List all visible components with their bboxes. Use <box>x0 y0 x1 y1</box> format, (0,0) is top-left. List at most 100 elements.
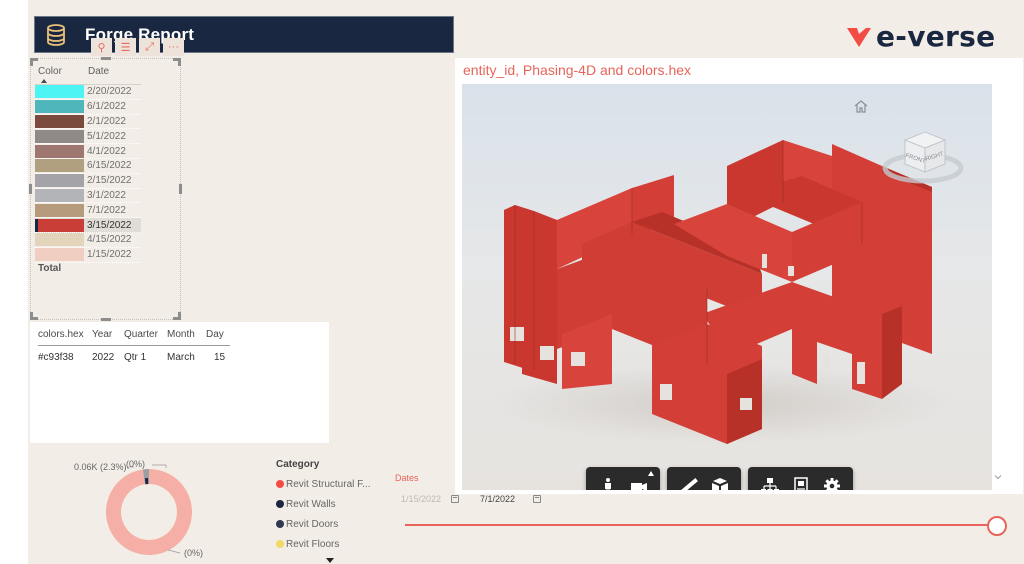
table-row[interactable]: 2/1/2022 <box>35 114 141 130</box>
camera-button[interactable] <box>623 470 654 490</box>
end-date-value[interactable]: 7/1/2022 <box>480 494 515 504</box>
column-header-color[interactable]: Color <box>38 66 62 77</box>
color-swatch <box>35 218 84 232</box>
legend-label: Revit Structural F... <box>286 478 371 490</box>
legend-item[interactable]: Revit Doors <box>276 514 370 534</box>
column-header-month[interactable]: Month <box>167 329 195 340</box>
legend-item[interactable]: Revit Structural F... <box>276 474 370 494</box>
table-row[interactable]: 6/15/2022 <box>35 159 141 174</box>
explode-model-button[interactable] <box>704 470 735 490</box>
date-range-slider-thumb[interactable] <box>987 516 1007 536</box>
date-cell: 5/1/2022 <box>87 130 126 142</box>
table-row[interactable]: 3/15/2022 <box>35 218 141 233</box>
legend-dot-icon <box>276 500 284 508</box>
resize-corner[interactable] <box>173 58 181 66</box>
chevron-down-icon[interactable] <box>994 473 1002 481</box>
start-date-input[interactable]: 1/15/2022 <box>401 490 460 508</box>
table-row[interactable]: 5/1/2022 <box>35 129 141 145</box>
model-browser-icon <box>760 478 779 490</box>
calendar-icon[interactable] <box>451 495 460 503</box>
resize-corner[interactable] <box>173 312 181 320</box>
cell-hex: #c93f38 <box>38 352 74 363</box>
color-swatch <box>35 188 84 202</box>
logo-wordmark: e-verse <box>876 20 996 53</box>
table-row[interactable]: 7/1/2022 <box>35 203 141 219</box>
legend-label: Revit Floors <box>286 538 340 550</box>
e-verse-logo: e-verse <box>846 20 995 53</box>
cell-quarter: Qtr 1 <box>124 352 147 363</box>
extension-tools-group <box>748 467 853 490</box>
category-donut-chart: 0.06K (2.3%) (0%) (0%) <box>70 455 270 564</box>
cell-year: 2022 <box>92 352 115 363</box>
date-cell: 2/15/2022 <box>87 175 132 187</box>
table-row[interactable]: 6/1/2022 <box>35 100 141 115</box>
legend-dot-icon <box>276 480 284 488</box>
donut-label-top: (0%) <box>126 459 146 469</box>
date-cell: 6/15/2022 <box>87 160 132 172</box>
column-header-colors-hex[interactable]: colors.hex <box>38 329 84 340</box>
table-row[interactable]: 1/15/2022 <box>35 248 141 263</box>
forge-viewer-visual: entity_id, Phasing-4D and colors.hex FRO… <box>455 58 1023 494</box>
database-icon <box>47 23 65 46</box>
settings-icon <box>823 478 840 490</box>
resize-handle[interactable] <box>101 318 111 321</box>
donut-label-bottom: (0%) <box>184 548 204 558</box>
column-header-quarter[interactable]: Quarter <box>124 329 158 340</box>
column-header-date[interactable]: Date <box>88 66 109 77</box>
detail-table: colors.hex Year Quarter Month Day #c93f3… <box>30 322 329 443</box>
model-browser-button[interactable] <box>754 470 785 490</box>
date-range-slider-track[interactable] <box>405 524 993 526</box>
filter-icon[interactable]: ☰ <box>115 38 136 56</box>
resize-handle[interactable] <box>101 57 111 60</box>
color-swatch <box>35 129 84 143</box>
e-verse-mark-icon <box>847 27 871 47</box>
legend-label: Revit Doors <box>286 518 339 530</box>
color-swatch <box>35 174 84 188</box>
viewcube[interactable]: FRONT RIGHT <box>875 120 965 190</box>
resize-handle[interactable] <box>29 184 32 194</box>
donut-leader-line <box>152 464 167 468</box>
date-cell: 4/1/2022 <box>87 145 126 157</box>
date-cell: 7/1/2022 <box>87 204 126 216</box>
resize-handle[interactable] <box>179 184 182 194</box>
legend-item[interactable]: Revit Walls <box>276 494 370 514</box>
resize-corner[interactable] <box>30 312 38 320</box>
submenu-indicator-icon <box>648 471 654 476</box>
calendar-icon[interactable] <box>533 495 542 503</box>
measure-icon <box>679 478 698 490</box>
properties-button[interactable] <box>785 470 816 490</box>
legend-scroll-down-icon[interactable] <box>326 558 334 563</box>
table-row[interactable]: 4/1/2022 <box>35 144 141 159</box>
date-cell: 1/15/2022 <box>87 249 132 261</box>
color-swatch <box>35 100 84 114</box>
total-row: Total <box>38 263 62 274</box>
legend-dot-icon <box>276 540 284 548</box>
table-row[interactable]: 2/15/2022 <box>35 174 141 189</box>
3d-viewport[interactable]: FRONT RIGHT <box>462 84 992 490</box>
color-swatch <box>35 114 84 128</box>
legend-dot-icon <box>276 520 284 528</box>
measure-button[interactable] <box>673 470 704 490</box>
color-swatch <box>35 248 84 262</box>
table-row[interactable]: 3/1/2022 <box>35 188 141 204</box>
table-body: 2/20/2022 6/1/2022 2/1/2022 5/1/2022 4/1/202… <box>35 84 141 263</box>
resize-corner[interactable] <box>30 58 38 66</box>
table-row[interactable]: 2/20/2022 <box>35 85 141 100</box>
more-options-icon[interactable]: ··· <box>163 38 184 56</box>
donut-leader-line <box>167 549 181 554</box>
settings-button[interactable] <box>816 470 847 490</box>
first-person-button[interactable] <box>592 470 623 490</box>
home-icon[interactable] <box>853 99 869 113</box>
table-row[interactable]: 4/15/2022 <box>35 233 141 248</box>
start-date-value[interactable]: 1/15/2022 <box>401 494 441 504</box>
viewer-toolbar <box>586 467 853 490</box>
column-header-year[interactable]: Year <box>92 329 112 340</box>
camera-icon <box>630 483 647 490</box>
legend-item[interactable]: Revit Floors <box>276 534 370 554</box>
focus-mode-icon[interactable]: ⤢ <box>139 38 160 56</box>
color-date-table[interactable]: Color Date 2/20/2022 6/1/2022 2/1/2022 5/1/… <box>29 57 182 321</box>
color-swatch <box>35 144 84 158</box>
pin-icon[interactable]: ⚲ <box>91 38 112 56</box>
date-cell: 6/1/2022 <box>87 101 126 113</box>
column-header-day[interactable]: Day <box>206 329 224 340</box>
